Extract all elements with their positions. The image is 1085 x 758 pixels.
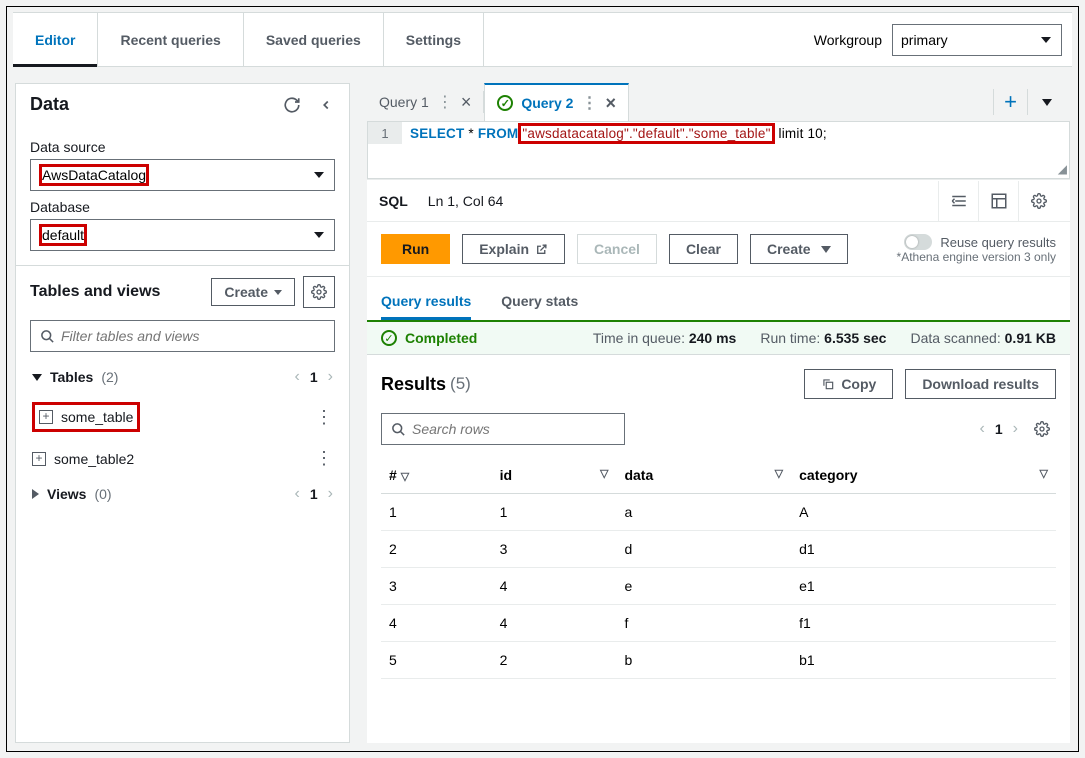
query-tab-2-menu-icon[interactable]: ⋮	[581, 93, 597, 113]
query-status: Completed	[405, 330, 477, 346]
tables-views-title: Tables and views	[30, 283, 160, 301]
collapse-icon[interactable]	[317, 96, 335, 114]
tab-query-stats[interactable]: Query stats	[501, 285, 578, 320]
editor-settings-icon[interactable]	[1018, 181, 1058, 221]
reuse-note: *Athena engine version 3 only	[897, 250, 1056, 264]
results-page: 1	[995, 421, 1003, 437]
table-row: 11aA	[381, 494, 1056, 531]
views-page: 1	[310, 486, 318, 502]
expand-icon[interactable]: +	[39, 410, 53, 424]
top-nav: Editor Recent queries Saved queries Sett…	[13, 12, 1072, 67]
results-table: #▽ id▽ data▽ category▽ 11aA 23dd1 34ee1 …	[381, 457, 1056, 679]
sidebar-title: Data	[30, 94, 69, 115]
table-row[interactable]: + some_table ⋮	[30, 394, 335, 440]
explain-button[interactable]: Explain	[462, 234, 565, 264]
query-tab-2-close-icon[interactable]: ×	[605, 93, 616, 114]
database-label: Database	[30, 199, 335, 215]
refresh-icon[interactable]	[283, 96, 301, 114]
query-tab-1[interactable]: Query 1 ⋮ ×	[367, 83, 483, 121]
data-source-select[interactable]: AwsDataCatalog	[30, 159, 335, 191]
line-number: 1	[368, 122, 402, 144]
tables-page: 1	[310, 369, 318, 385]
tab-settings[interactable]: Settings	[384, 13, 484, 66]
views-count: (0)	[94, 486, 111, 502]
table-row: 44ff1	[381, 605, 1056, 642]
database-select[interactable]: default	[30, 219, 335, 251]
reuse-toggle[interactable]	[904, 234, 932, 250]
data-source-value-highlight: AwsDataCatalog	[39, 164, 149, 186]
tables-group-label: Tables	[50, 369, 93, 385]
query-tab-2[interactable]: ✓ Query 2 ⋮ ×	[484, 83, 629, 121]
results-next-page[interactable]: ›	[1013, 420, 1018, 438]
editor-lang: SQL	[379, 193, 408, 209]
views-next-page[interactable]: ›	[328, 485, 333, 503]
table-row: 23dd1	[381, 531, 1056, 568]
table-row: 34ee1	[381, 568, 1056, 605]
col-num[interactable]: #▽	[381, 457, 492, 494]
workgroup-label: Workgroup	[814, 32, 882, 48]
run-button[interactable]: Run	[381, 234, 450, 264]
search-icon	[389, 420, 407, 438]
database-value-highlight: default	[39, 224, 87, 246]
views-group-label: Views	[47, 486, 86, 502]
search-rows-input[interactable]	[381, 413, 625, 445]
tab-recent-queries[interactable]: Recent queries	[98, 13, 243, 66]
data-sidebar: Data Data source AwsDataCatalog Database	[15, 83, 350, 743]
results-settings-icon[interactable]	[1028, 415, 1056, 443]
tables-next-page[interactable]: ›	[328, 368, 333, 386]
format-icon[interactable]	[938, 181, 978, 221]
results-title: Results	[381, 374, 446, 395]
tab-saved-queries[interactable]: Saved queries	[244, 13, 384, 66]
results-prev-page[interactable]: ‹	[980, 420, 985, 438]
success-icon: ✓	[381, 330, 397, 346]
query-tab-1-close-icon[interactable]: ×	[461, 92, 472, 113]
views-expand-icon[interactable]	[32, 489, 39, 499]
table-row: 52bb1	[381, 642, 1056, 679]
create-button[interactable]: Create	[750, 234, 848, 264]
download-results-button[interactable]: Download results	[905, 369, 1056, 399]
copy-button[interactable]: Copy	[804, 369, 893, 399]
query-tabs-more-button[interactable]	[1032, 93, 1062, 111]
table-menu-icon[interactable]: ⋮	[315, 407, 333, 428]
filter-tables-input[interactable]	[30, 320, 335, 352]
col-id[interactable]: id▽	[492, 457, 617, 494]
success-icon: ✓	[497, 95, 513, 111]
workgroup-select[interactable]: primary	[892, 24, 1062, 56]
expand-icon[interactable]: +	[32, 452, 46, 466]
query-tab-1-menu-icon[interactable]: ⋮	[437, 92, 453, 112]
cancel-button: Cancel	[577, 234, 657, 264]
sql-editor[interactable]: 1 SELECT * FROM"awsdatacatalog"."default…	[367, 121, 1070, 179]
new-query-button[interactable]: +	[993, 89, 1028, 115]
col-category[interactable]: category▽	[791, 457, 1056, 494]
layout-icon[interactable]	[978, 181, 1018, 221]
col-data[interactable]: data▽	[616, 457, 791, 494]
query-editor-panel: Query 1 ⋮ × ✓ Query 2 ⋮ × + 1	[367, 83, 1070, 743]
search-icon	[38, 327, 56, 345]
table-highlight: + some_table	[32, 402, 140, 432]
clear-button[interactable]: Clear	[669, 234, 738, 264]
table-menu-icon[interactable]: ⋮	[315, 448, 333, 469]
highlighted-fqtn: "awsdatacatalog"."default"."some_table"	[518, 123, 774, 144]
tab-query-results[interactable]: Query results	[381, 285, 471, 320]
table-row[interactable]: + some_table2 ⋮	[30, 440, 335, 477]
results-count: (5)	[450, 374, 471, 394]
tables-expand-icon[interactable]	[32, 374, 42, 381]
reuse-label: Reuse query results	[940, 235, 1056, 250]
tables-settings-button[interactable]	[303, 276, 335, 308]
data-source-label: Data source	[30, 139, 335, 155]
tab-editor[interactable]: Editor	[13, 13, 98, 66]
tables-prev-page[interactable]: ‹	[295, 368, 300, 386]
tables-count: (2)	[101, 369, 118, 385]
resize-grip-icon[interactable]: ◢	[1058, 162, 1067, 176]
create-table-view-button[interactable]: Create	[211, 278, 295, 306]
views-prev-page[interactable]: ‹	[295, 485, 300, 503]
editor-cursor-pos: Ln 1, Col 64	[428, 193, 504, 209]
